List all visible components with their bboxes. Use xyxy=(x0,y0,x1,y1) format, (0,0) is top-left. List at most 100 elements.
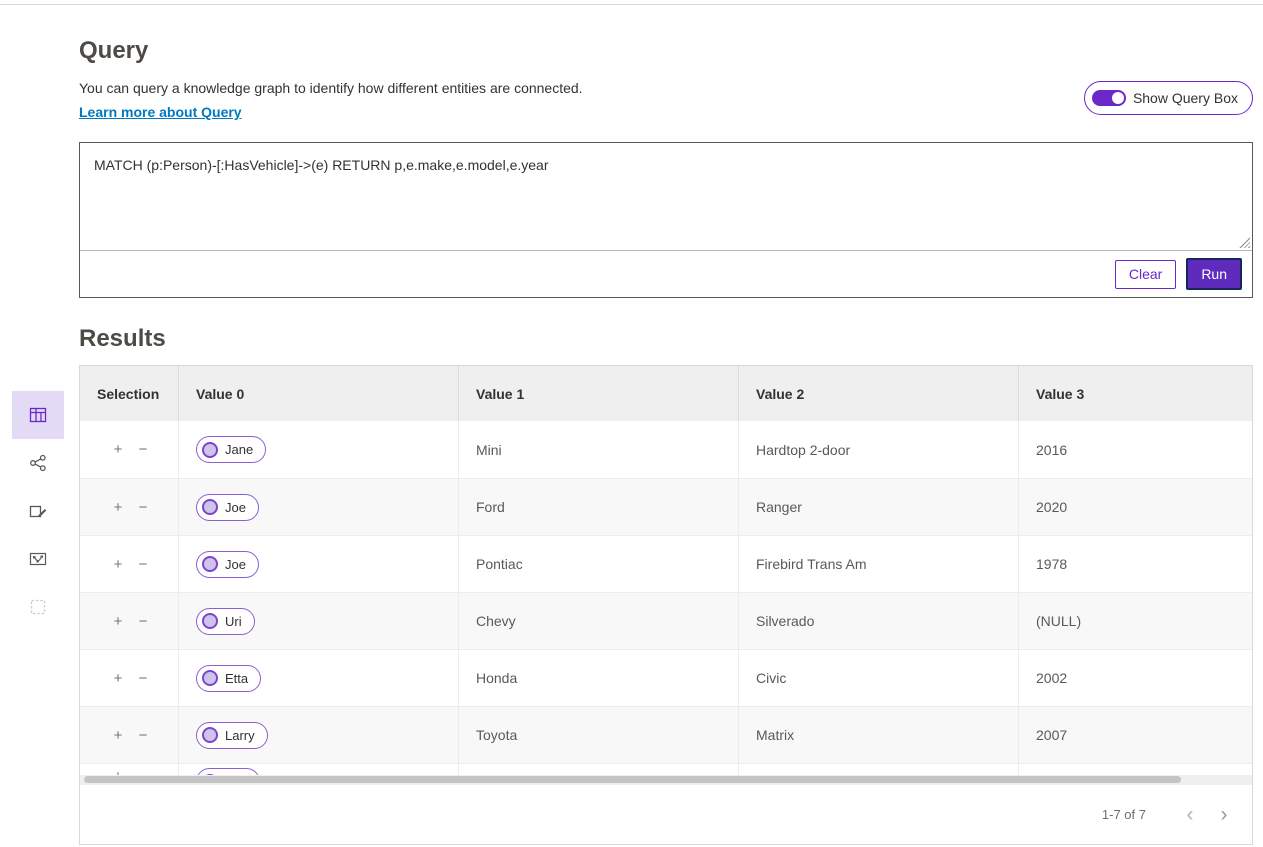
value1-cell: Honda xyxy=(459,650,739,706)
selection-view-button xyxy=(12,583,64,631)
selection-cell: + − xyxy=(80,707,179,763)
expand-row-button[interactable]: + xyxy=(112,556,124,573)
scrollbar-thumb[interactable] xyxy=(84,776,1181,783)
entity-node-icon xyxy=(202,556,218,572)
collapse-row-button[interactable]: − xyxy=(137,727,149,744)
learn-more-link[interactable]: Learn more about Query xyxy=(79,104,242,120)
expand-row-button[interactable]: + xyxy=(112,613,124,630)
entity-name: Joe xyxy=(225,557,246,572)
entity-name: Jane xyxy=(225,442,253,457)
table-row: + − xyxy=(80,763,1252,775)
collapse-row-button[interactable]: − xyxy=(137,499,149,516)
value1-cell: Ford xyxy=(459,479,739,535)
column-header-value-0: Value 0 xyxy=(179,366,459,421)
value2-cell: Civic xyxy=(739,650,1019,706)
value3-cell: 1978 xyxy=(1019,536,1252,592)
table-view-icon xyxy=(29,406,47,424)
expand-row-button[interactable]: + xyxy=(112,441,124,458)
entity-pill[interactable]: Uri xyxy=(196,608,255,635)
entity-node-icon xyxy=(202,727,218,743)
value3-cell xyxy=(1019,764,1252,775)
collapse-row-button[interactable]: − xyxy=(137,441,149,458)
table-row: + − Jane Mini Hardtop 2-door 2016 xyxy=(80,421,1252,478)
value1-cell: Chevy xyxy=(459,593,739,649)
entity-node-icon xyxy=(202,613,218,629)
value2-cell: Silverado xyxy=(739,593,1019,649)
previous-page-button[interactable]: ‹ xyxy=(1176,801,1204,829)
query-actions: Clear Run xyxy=(80,251,1252,297)
value0-cell: Joe xyxy=(179,536,459,592)
table-row: + − Joe Pontiac Firebird Trans Am 1978 xyxy=(80,535,1252,592)
value0-cell: Jane xyxy=(179,421,459,478)
horizontal-scrollbar[interactable] xyxy=(80,775,1252,784)
column-header-value-1: Value 1 xyxy=(459,366,739,421)
collapse-row-button[interactable]: − xyxy=(137,556,149,573)
table-footer: 1-7 of 7 ‹ › xyxy=(80,784,1252,844)
toggle-label: Show Query Box xyxy=(1133,90,1238,106)
map-view-icon xyxy=(29,550,47,568)
value2-cell: Ranger xyxy=(739,479,1019,535)
value2-cell: Matrix xyxy=(739,707,1019,763)
value0-cell: Etta xyxy=(179,650,459,706)
value3-cell: 2020 xyxy=(1019,479,1252,535)
entity-name: Etta xyxy=(225,671,248,686)
clear-button[interactable]: Clear xyxy=(1115,260,1176,289)
entity-name: Larry xyxy=(225,728,255,743)
link-chart-view-button[interactable] xyxy=(12,439,64,487)
value3-cell: 2002 xyxy=(1019,650,1252,706)
selection-cell: + − xyxy=(80,421,179,478)
value3-cell: (NULL) xyxy=(1019,593,1252,649)
table-view-button[interactable] xyxy=(12,391,64,439)
results-title: Results xyxy=(79,324,1253,353)
query-box: MATCH (p:Person)-[:HasVehicle]->(e) RETU… xyxy=(79,142,1253,298)
table-row: + − Larry Toyota Matrix 2007 xyxy=(80,706,1252,763)
entity-pill[interactable]: Jane xyxy=(196,436,266,463)
entity-node-icon xyxy=(202,442,218,458)
results-table: SelectionValue 0Value 1Value 2Value 3 + … xyxy=(79,365,1253,845)
entity-pill[interactable]: Larry xyxy=(196,722,268,749)
selection-view-icon xyxy=(29,598,47,616)
link-chart-view-icon xyxy=(29,454,47,472)
collapse-row-button[interactable]: − xyxy=(137,613,149,630)
toggle-switch[interactable] xyxy=(1092,90,1126,106)
expand-row-button[interactable]: + xyxy=(112,768,124,775)
expand-row-button[interactable]: + xyxy=(112,727,124,744)
selection-cell: + − xyxy=(80,764,179,775)
value1-cell: Toyota xyxy=(459,707,739,763)
selection-cell: + − xyxy=(80,536,179,592)
column-header-value-2: Value 2 xyxy=(739,366,1019,421)
value2-cell: Firebird Trans Am xyxy=(739,536,1019,592)
value1-cell xyxy=(459,764,739,775)
collapse-row-button[interactable]: − xyxy=(137,670,149,687)
main-content: Query You can query a knowledge graph to… xyxy=(79,0,1253,845)
value3-cell: 2007 xyxy=(1019,707,1252,763)
value3-cell: 2016 xyxy=(1019,421,1252,478)
table-row: + − Etta Honda Civic 2002 xyxy=(80,649,1252,706)
query-input[interactable]: MATCH (p:Person)-[:HasVehicle]->(e) RETU… xyxy=(80,143,1252,250)
toggle-knob xyxy=(1112,92,1124,104)
table-row: + − Uri Chevy Silverado (NULL) xyxy=(80,592,1252,649)
expand-row-button[interactable]: + xyxy=(112,670,124,687)
collapse-row-button[interactable]: − xyxy=(137,768,149,775)
next-page-button[interactable]: › xyxy=(1210,801,1238,829)
map-view-button[interactable] xyxy=(12,535,64,583)
value2-cell xyxy=(739,764,1019,775)
pagination-range: 1-7 of 7 xyxy=(1102,807,1146,822)
entity-name: Uri xyxy=(225,614,242,629)
entity-pill[interactable]: Joe xyxy=(196,551,259,578)
selection-cell: + − xyxy=(80,650,179,706)
table-row: + − Joe Ford Ranger 2020 xyxy=(80,478,1252,535)
entity-pill[interactable] xyxy=(196,768,260,775)
edit-view-button[interactable] xyxy=(12,487,64,535)
value2-cell: Hardtop 2-door xyxy=(739,421,1019,478)
expand-row-button[interactable]: + xyxy=(112,499,124,516)
value0-cell: Joe xyxy=(179,479,459,535)
entity-pill[interactable]: Joe xyxy=(196,494,259,521)
run-button[interactable]: Run xyxy=(1186,258,1242,290)
show-query-box-toggle[interactable]: Show Query Box xyxy=(1084,81,1253,115)
selection-cell: + − xyxy=(80,593,179,649)
value0-cell: Larry xyxy=(179,707,459,763)
page-title: Query xyxy=(79,36,1253,65)
entity-pill[interactable]: Etta xyxy=(196,665,261,692)
entity-node-icon xyxy=(202,499,218,515)
